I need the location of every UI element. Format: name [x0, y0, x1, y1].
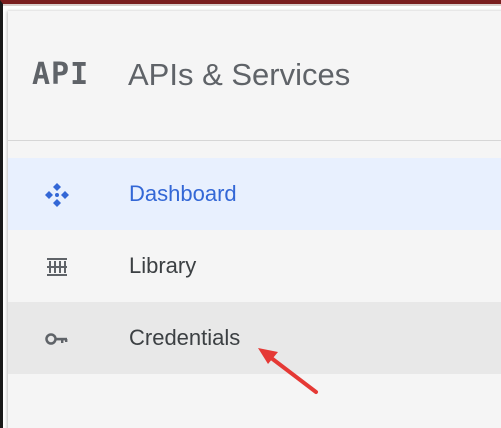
panel-header: API APIs & Services [8, 11, 501, 141]
sidebar-item-label: Library [129, 253, 197, 278]
page-title: APIs & Services [128, 57, 351, 92]
sidebar-item-label: Dashboard [129, 181, 237, 206]
key-icon [44, 326, 70, 352]
sidebar-item-dashboard[interactable]: Dashboard [8, 158, 501, 230]
sidebar-item-label: Credentials [129, 325, 241, 350]
dashboard-icon [44, 182, 70, 208]
api-logo: API [32, 57, 90, 92]
sidebar-item-library[interactable]: Library [8, 230, 501, 302]
library-icon [44, 254, 70, 280]
annotation-arrow-icon [258, 348, 318, 394]
screenshot-frame: API APIs & Services Dashboard Library Cr… [0, 0, 501, 428]
